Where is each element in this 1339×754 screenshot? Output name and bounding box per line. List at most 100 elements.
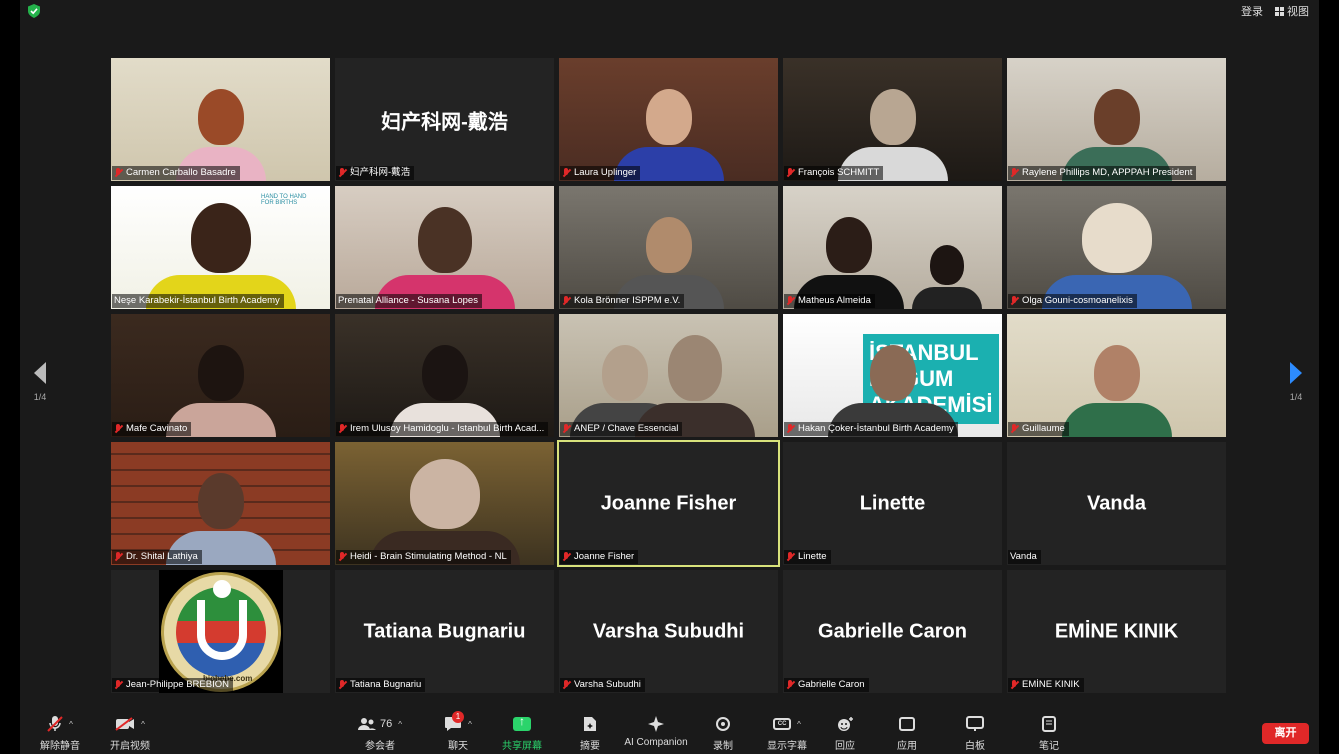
name-label: Hakan Çoker-İstanbul Birth Academy xyxy=(784,422,958,436)
mic-muted-icon xyxy=(562,552,571,562)
security-shield-icon[interactable] xyxy=(28,4,40,18)
name-label: ANEP / Chave Essencial xyxy=(560,422,683,436)
chevron-left-icon xyxy=(34,362,46,384)
record-label: 录制 xyxy=(713,741,733,752)
participant-name: Hakan Çoker-İstanbul Birth Academy xyxy=(798,423,954,434)
video-tile[interactable]: Laura Uplinger xyxy=(559,58,778,181)
mic-muted-icon xyxy=(114,552,123,562)
page-indicator-left: 1/4 xyxy=(33,392,47,402)
login-link[interactable]: 登录 xyxy=(1241,3,1263,19)
next-page-button[interactable]: 1/4 xyxy=(1284,362,1308,402)
video-tile[interactable]: Raylene Phillips MD, APPPAH President xyxy=(1007,58,1226,181)
mic-muted-icon xyxy=(114,424,123,434)
participants-icon xyxy=(357,718,376,730)
share-screen-button[interactable]: 共享屏幕 xyxy=(500,714,544,752)
meeting-toolbar: ^ 解除静音 ^ 开启视频 76 ^ 参会者 1 ^ 聊天 共享屏幕 摘要 AI C… xyxy=(20,706,1319,754)
show-captions-button[interactable]: CC ^ 显示字幕 xyxy=(762,714,812,752)
video-tile[interactable]: Varsha Subudhi Varsha Subudhi xyxy=(559,570,778,693)
name-label: Jean-Philippe BREBION xyxy=(112,678,233,692)
name-label: Heidi - Brain Stimulating Method - NL xyxy=(336,550,511,564)
participant-name: EMİNE KINIK xyxy=(1022,679,1080,690)
chat-options-chevron-icon[interactable]: ^ xyxy=(468,720,472,729)
video-tile[interactable]: Linette Linette xyxy=(783,442,1002,565)
participants-button[interactable]: 76 ^ 参会者 xyxy=(350,714,410,752)
name-label: Prenatal Alliance - Susana Lopes xyxy=(336,294,482,308)
participants-options-chevron-icon[interactable]: ^ xyxy=(398,720,402,729)
video-tile[interactable]: biobebe.com Jean-Philippe BREBION xyxy=(111,570,330,693)
participant-name: Olga Gouni-cosmoanelixis xyxy=(1022,295,1133,306)
name-label: EMİNE KINIK xyxy=(1008,678,1084,692)
view-button[interactable]: 视图 xyxy=(1275,3,1309,19)
summary-button[interactable]: 摘要 xyxy=(576,714,604,752)
video-tile[interactable]: Prenatal Alliance - Susana Lopes xyxy=(335,186,554,309)
participant-name: Carmen Carballo Basadre xyxy=(126,167,236,178)
name-label: Dr. Shital Lathiya xyxy=(112,550,202,564)
apps-button[interactable]: 应用 xyxy=(894,714,920,752)
name-label: François SCHMITT xyxy=(784,166,884,180)
video-tile[interactable]: Carmen Carballo Basadre xyxy=(111,58,330,181)
participant-name: Varsha Subudhi xyxy=(574,679,641,690)
apps-icon xyxy=(899,717,915,731)
name-label: Carmen Carballo Basadre xyxy=(112,166,240,180)
video-tile[interactable]: 妇产科网-戴浩 妇产科网-戴浩 xyxy=(335,58,554,181)
participant-name: Joanne Fisher xyxy=(574,551,635,562)
view-label: 视图 xyxy=(1287,6,1309,18)
mic-muted-icon xyxy=(562,680,571,690)
participant-name: Mafe Cavinato xyxy=(126,423,188,434)
video-tile[interactable]: EMİNE KINIK EMİNE KINIK xyxy=(1007,570,1226,693)
participant-name: Prenatal Alliance - Susana Lopes xyxy=(338,295,478,306)
video-tile[interactable]: Kola Brönner ISPPM e.V. xyxy=(559,186,778,309)
unmute-button[interactable]: ^ 解除静音 xyxy=(32,714,88,752)
unmute-options-chevron-icon[interactable]: ^ xyxy=(69,720,73,729)
mic-muted-icon xyxy=(562,424,571,434)
mic-muted-icon xyxy=(786,168,795,178)
video-tile[interactable]: ANEP / Chave Essencial xyxy=(559,314,778,437)
participant-name: Kola Brönner ISPPM e.V. xyxy=(574,295,681,306)
previous-page-button[interactable]: 1/4 xyxy=(28,362,52,402)
name-label: Vanda xyxy=(1008,550,1041,564)
video-tile[interactable]: Vanda Vanda xyxy=(1007,442,1226,565)
captions-options-chevron-icon[interactable]: ^ xyxy=(797,720,801,729)
chat-button[interactable]: 1 ^ 聊天 xyxy=(438,711,478,752)
whiteboard-button[interactable]: 白板 xyxy=(962,714,988,752)
sparkle-icon xyxy=(648,716,664,732)
participant-display-name: EMİNE KINIK xyxy=(1054,620,1179,642)
name-label: Kola Brönner ISPPM e.V. xyxy=(560,294,685,308)
whiteboard-label: 白板 xyxy=(965,741,985,752)
notes-button[interactable]: 笔记 xyxy=(1036,714,1062,752)
participant-display-name: Gabrielle Caron xyxy=(818,620,967,642)
video-tile[interactable]: HAND TO HAND FOR BIRTHS Neşe Karabekir-İ… xyxy=(111,186,330,309)
video-tile[interactable]: François SCHMITT xyxy=(783,58,1002,181)
reactions-button[interactable]: 回应 xyxy=(832,714,858,752)
video-tile[interactable]: Irem Ulusoy Hamidoglu - Istanbul Birth A… xyxy=(335,314,554,437)
video-options-chevron-icon[interactable]: ^ xyxy=(141,720,145,729)
video-tile[interactable]: Dr. Shital Lathiya xyxy=(111,442,330,565)
video-tile[interactable]: Tatiana Bugnariu Tatiana Bugnariu xyxy=(335,570,554,693)
participant-name: Guillaume xyxy=(1022,423,1065,434)
share-screen-icon xyxy=(513,714,531,731)
video-tile-active-speaker[interactable]: Joanne Fisher Joanne Fisher xyxy=(557,440,780,567)
video-tile[interactable]: Olga Gouni-cosmoanelixis xyxy=(1007,186,1226,309)
participant-name: Dr. Shital Lathiya xyxy=(126,551,198,562)
participant-name: Tatiana Bugnariu xyxy=(350,679,422,690)
video-tile[interactable]: Heidi - Brain Stimulating Method - NL xyxy=(335,442,554,565)
mic-muted-icon xyxy=(1010,296,1019,306)
name-label: Mafe Cavinato xyxy=(112,422,192,436)
record-icon xyxy=(716,717,730,731)
record-button[interactable]: 录制 xyxy=(710,714,736,752)
leave-button[interactable]: 离开 xyxy=(1262,723,1309,744)
ai-companion-button[interactable]: AI Companion xyxy=(624,714,688,748)
start-video-button[interactable]: ^ 开启视频 xyxy=(100,714,160,752)
mic-muted-icon xyxy=(786,424,795,434)
name-label: Gabrielle Caron xyxy=(784,678,869,692)
reactions-label: 回应 xyxy=(835,741,855,752)
video-tile[interactable]: Guillaume xyxy=(1007,314,1226,437)
video-off-icon xyxy=(115,717,135,731)
mic-muted-icon xyxy=(47,716,63,732)
video-tile[interactable]: Mafe Cavinato xyxy=(111,314,330,437)
video-tile[interactable]: İSTANBUL DOĞUM AKADEMİSİ Hakan Çoker-İst… xyxy=(783,314,1002,437)
participant-name: Raylene Phillips MD, APPPAH President xyxy=(1022,167,1193,178)
participant-name: ANEP / Chave Essencial xyxy=(574,423,679,434)
video-tile[interactable]: Matheus Almeida xyxy=(783,186,1002,309)
video-tile[interactable]: Gabrielle Caron Gabrielle Caron xyxy=(783,570,1002,693)
